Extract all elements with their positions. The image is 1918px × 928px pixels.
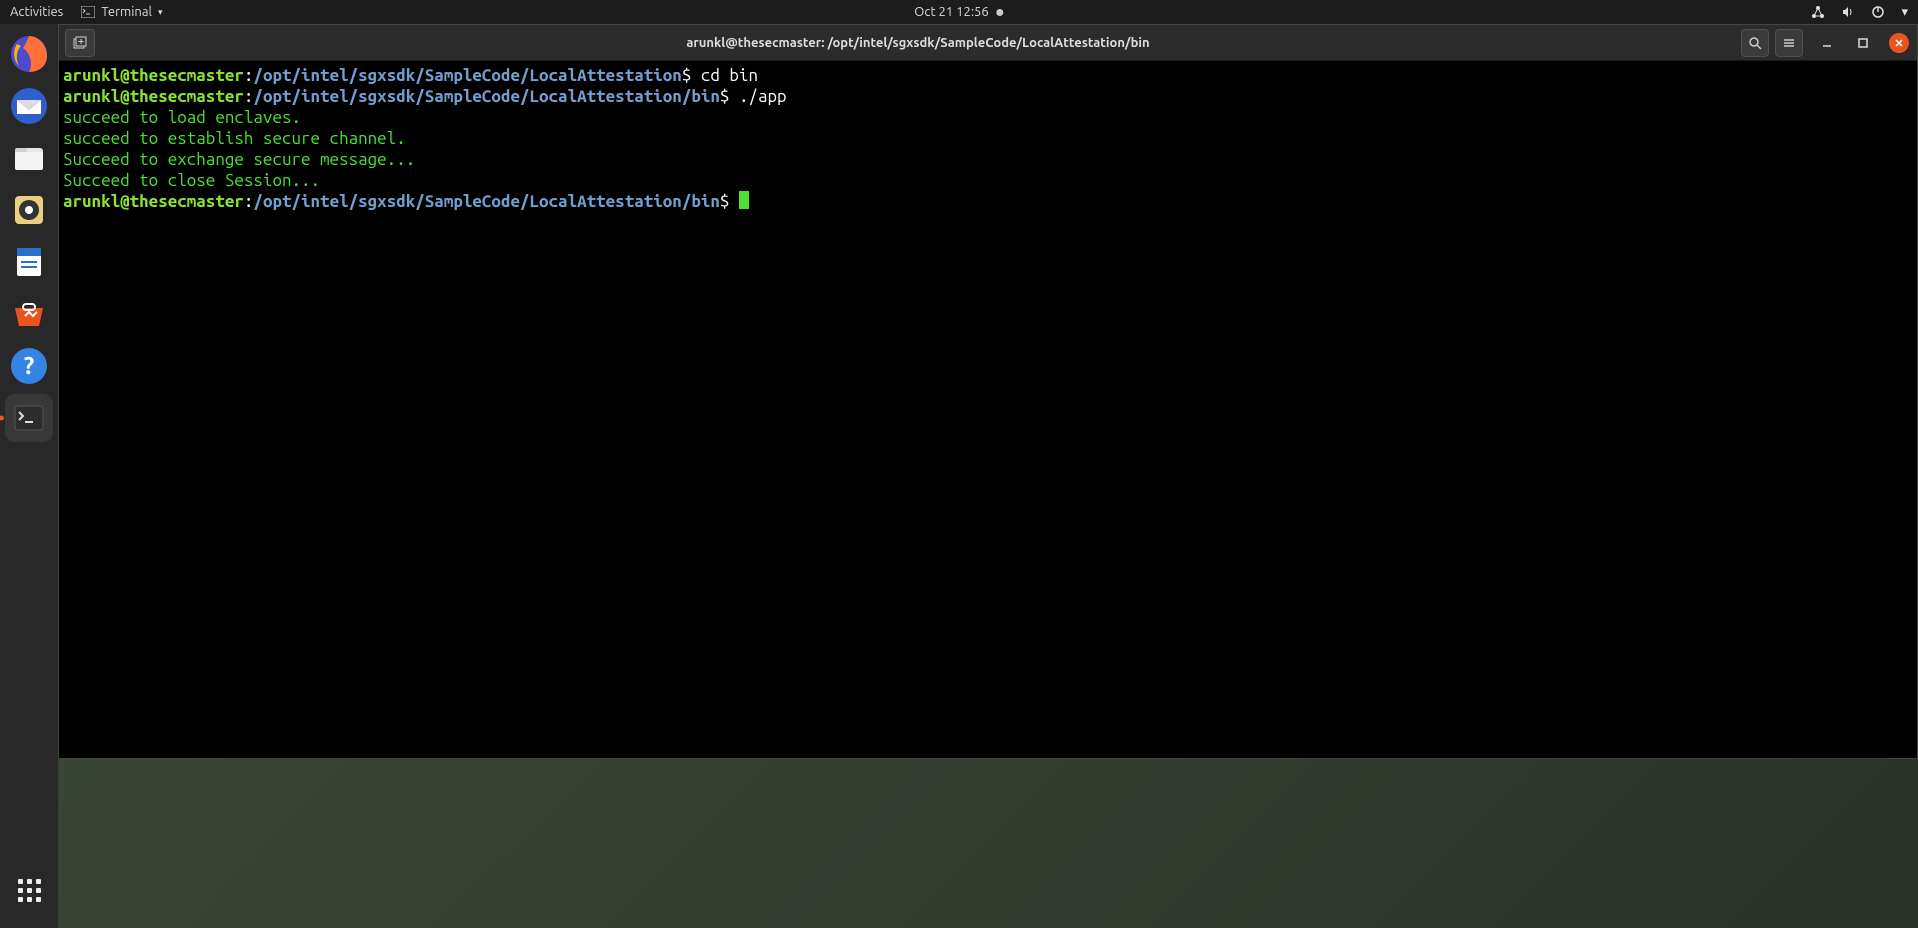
power-icon[interactable] bbox=[1871, 5, 1885, 19]
prompt-colon: : bbox=[244, 66, 254, 85]
dock-item-firefox[interactable] bbox=[5, 30, 53, 78]
command-text: ./app bbox=[739, 87, 787, 106]
output-text: Succeed to exchange secure message... bbox=[63, 150, 415, 169]
dock-item-terminal[interactable] bbox=[5, 394, 53, 442]
prompt-dollar: $ bbox=[720, 87, 739, 106]
output-text: Succeed to close Session... bbox=[63, 171, 320, 190]
dock-item-libreoffice-writer[interactable] bbox=[5, 238, 53, 286]
panel-right: ▾ bbox=[1811, 5, 1908, 20]
prompt-user: arunkl@thesecmaster bbox=[63, 66, 244, 85]
terminal-window: arunkl@thesecmaster: /opt/intel/sgxsdk/S… bbox=[58, 24, 1918, 759]
terminal-line: Succeed to exchange secure message... bbox=[63, 149, 1913, 170]
window-titlebar: arunkl@thesecmaster: /opt/intel/sgxsdk/S… bbox=[59, 25, 1917, 61]
prompt-dollar: $ bbox=[682, 66, 701, 85]
cursor-icon bbox=[739, 191, 749, 209]
dock: ? bbox=[0, 24, 58, 928]
dock-item-files[interactable] bbox=[5, 134, 53, 182]
output-text: succeed to load enclaves. bbox=[63, 108, 301, 127]
new-tab-button[interactable] bbox=[65, 29, 95, 57]
hamburger-menu-button[interactable] bbox=[1775, 29, 1803, 57]
prompt-dollar: $ bbox=[720, 192, 739, 211]
notification-dot-icon bbox=[997, 9, 1004, 16]
window-title: arunkl@thesecmaster: /opt/intel/sgxsdk/S… bbox=[101, 36, 1735, 50]
terminal-line: arunkl@thesecmaster:/opt/intel/sgxsdk/Sa… bbox=[63, 65, 1913, 86]
prompt-path: /opt/intel/sgxsdk/SampleCode/LocalAttest… bbox=[253, 66, 681, 85]
terminal-line: succeed to load enclaves. bbox=[63, 107, 1913, 128]
dock-item-thunderbird[interactable] bbox=[5, 82, 53, 130]
panel-center[interactable]: Oct 21 12:56 bbox=[914, 5, 1003, 19]
search-button[interactable] bbox=[1741, 29, 1769, 57]
network-icon[interactable] bbox=[1811, 5, 1825, 19]
activities-button[interactable]: Activities bbox=[10, 5, 63, 19]
prompt-path: /opt/intel/sgxsdk/SampleCode/LocalAttest… bbox=[253, 87, 719, 106]
prompt-user: arunkl@thesecmaster bbox=[63, 192, 244, 211]
volume-icon[interactable] bbox=[1841, 5, 1855, 19]
show-applications-button[interactable] bbox=[5, 866, 53, 914]
minimize-button[interactable] bbox=[1815, 31, 1839, 55]
maximize-button[interactable] bbox=[1851, 31, 1875, 55]
datetime-label: Oct 21 12:56 bbox=[914, 5, 988, 19]
terminal-line: arunkl@thesecmaster:/opt/intel/sgxsdk/Sa… bbox=[63, 86, 1913, 107]
close-button[interactable] bbox=[1889, 33, 1909, 53]
chevron-down-icon[interactable]: ▾ bbox=[1901, 5, 1908, 20]
app-menu[interactable]: Terminal ▾ bbox=[81, 5, 162, 19]
apps-grid-icon bbox=[18, 879, 41, 902]
terminal-line: Succeed to close Session... bbox=[63, 170, 1913, 191]
titlebar-right bbox=[1741, 29, 1911, 57]
terminal-line: arunkl@thesecmaster:/opt/intel/sgxsdk/Sa… bbox=[63, 191, 1913, 212]
dock-item-ubuntu-software[interactable] bbox=[5, 290, 53, 338]
prompt-user: arunkl@thesecmaster bbox=[63, 87, 244, 106]
app-menu-label: Terminal bbox=[101, 5, 152, 19]
prompt-path: /opt/intel/sgxsdk/SampleCode/LocalAttest… bbox=[253, 192, 719, 211]
top-panel: Activities Terminal ▾ Oct 21 12:56 ▾ bbox=[0, 0, 1918, 24]
svg-text:?: ? bbox=[24, 352, 35, 379]
prompt-colon: : bbox=[244, 87, 254, 106]
panel-left: Activities Terminal ▾ bbox=[10, 5, 162, 19]
terminal-body[interactable]: arunkl@thesecmaster:/opt/intel/sgxsdk/Sa… bbox=[59, 61, 1917, 758]
prompt-colon: : bbox=[244, 192, 254, 211]
terminal-icon bbox=[81, 6, 95, 18]
dock-item-rhythmbox[interactable] bbox=[5, 186, 53, 234]
chevron-down-icon: ▾ bbox=[158, 7, 163, 18]
output-text: succeed to establish secure channel. bbox=[63, 129, 406, 148]
command-text: cd bin bbox=[701, 66, 758, 85]
dock-item-help[interactable]: ? bbox=[5, 342, 53, 390]
terminal-line: succeed to establish secure channel. bbox=[63, 128, 1913, 149]
